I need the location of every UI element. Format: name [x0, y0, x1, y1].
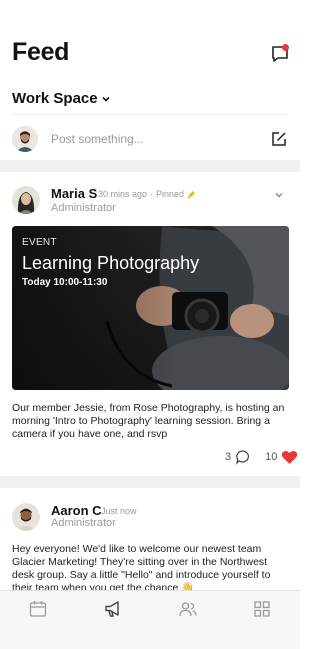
- section-gap: [0, 476, 300, 488]
- pinned-label: Pinned: [156, 189, 185, 199]
- post-time: Just now: [101, 506, 137, 516]
- chevron-down-icon[interactable]: [274, 190, 284, 200]
- post-meta: 30 mins ago · Pinned: [98, 189, 196, 199]
- author-avatar[interactable]: [12, 186, 40, 214]
- chevron-down-icon: [102, 96, 110, 102]
- post-input[interactable]: Post something...: [51, 132, 144, 146]
- pin-icon: [187, 190, 196, 198]
- compose-icon[interactable]: [270, 130, 288, 148]
- post-author-name[interactable]: Aaron C: [51, 503, 102, 518]
- event-photo: [12, 226, 289, 390]
- feed-header: Feed Work Space Post something...: [0, 0, 300, 160]
- section-gap: [0, 160, 300, 172]
- post-text: Hey everyone! We'd like to welcome our n…: [12, 543, 271, 594]
- bottom-tab-bar: [0, 590, 300, 649]
- like-count: 10: [265, 451, 278, 463]
- post-time: 30 mins ago: [98, 189, 148, 199]
- post-meta: Just now: [101, 506, 137, 516]
- grid-icon[interactable]: [252, 599, 272, 619]
- post-text: Our member Jessie, from Rose Photography…: [12, 402, 285, 440]
- post-author-name[interactable]: Maria S: [51, 186, 97, 201]
- author-role: Administrator: [51, 202, 116, 214]
- megaphone-icon[interactable]: [103, 599, 123, 619]
- author-role: Administrator: [51, 517, 116, 529]
- event-tag: EVENT: [22, 237, 57, 248]
- workspace-selector[interactable]: Work Space: [12, 90, 111, 107]
- heart-icon[interactable]: [281, 449, 298, 465]
- notification-dot: [282, 44, 289, 51]
- event-card[interactable]: EVENT Learning Photography Today 10:00-1…: [12, 226, 289, 390]
- author-avatar[interactable]: [12, 503, 40, 531]
- event-title: Learning Photography: [22, 253, 200, 273]
- divider: [12, 114, 288, 115]
- page-title: Feed: [12, 38, 70, 66]
- people-icon[interactable]: [178, 599, 198, 619]
- user-avatar[interactable]: [12, 126, 38, 152]
- workspace-label: Work Space: [12, 90, 98, 107]
- comment-count: 3: [225, 451, 232, 463]
- post-reactions: 3 10: [225, 449, 298, 465]
- event-time: Today 10:00-11:30: [22, 277, 108, 288]
- calendar-icon[interactable]: [28, 599, 48, 619]
- comment-icon[interactable]: [235, 449, 251, 465]
